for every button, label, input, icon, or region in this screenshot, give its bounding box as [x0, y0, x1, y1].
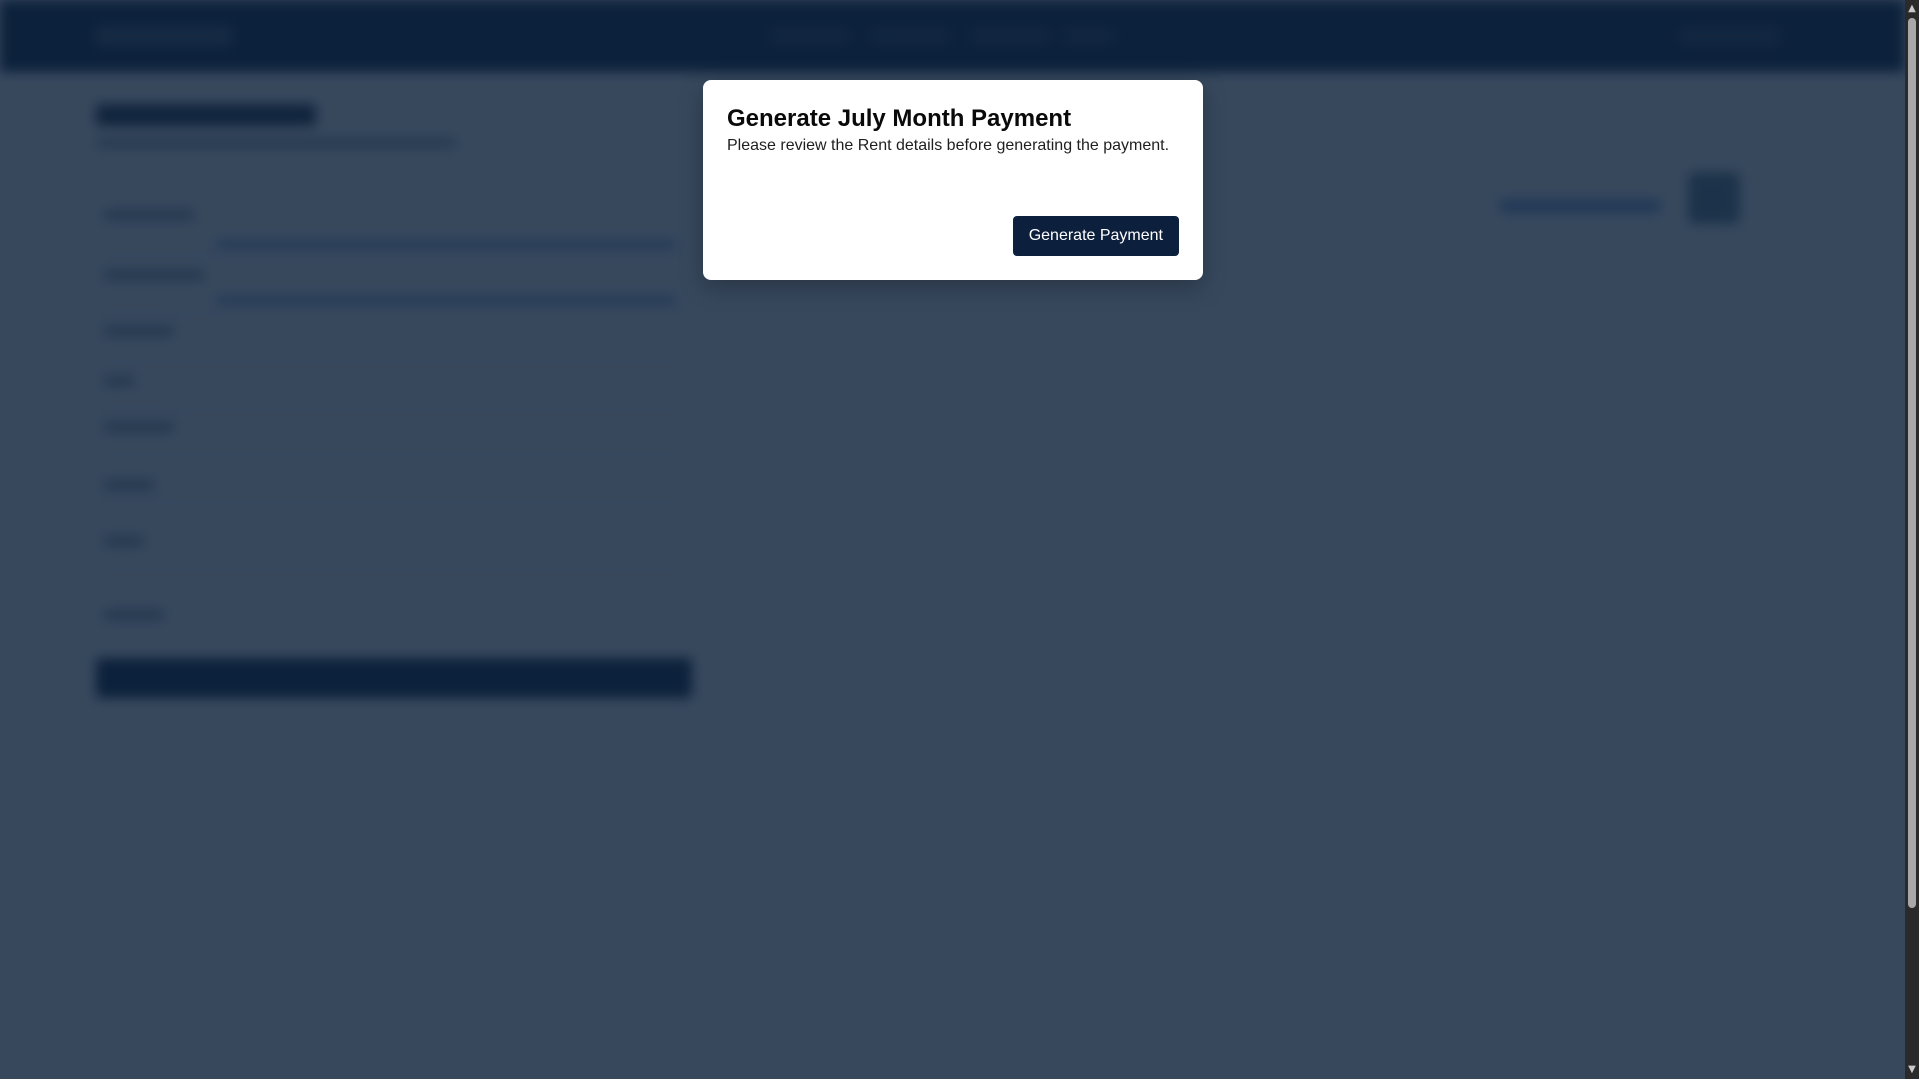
- scrollbar-thumb[interactable]: [1908, 18, 1916, 908]
- dialog-description: Please review the Rent details before ge…: [727, 137, 1170, 154]
- vertical-scrollbar[interactable]: ▲ ▼: [1905, 0, 1919, 1079]
- triangle-down-icon[interactable]: ▼: [1905, 1063, 1919, 1077]
- generate-payment-dialog: Generate July Month Payment Please revie…: [703, 80, 1203, 280]
- dialog-title: Generate July Month Payment: [727, 105, 1072, 132]
- triangle-up-icon[interactable]: ▲: [1905, 2, 1919, 16]
- generate-payment-button[interactable]: Generate Payment: [1012, 216, 1179, 256]
